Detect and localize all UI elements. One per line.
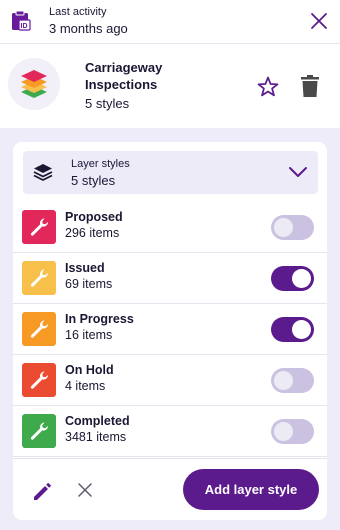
last-activity-label: Last activity <box>49 6 107 18</box>
layer-item-count: 3481 items <box>65 430 127 444</box>
add-layer-style-button[interactable]: Add layer style <box>183 469 319 510</box>
layer-visibility-toggle[interactable] <box>271 266 314 291</box>
layer-color-swatch <box>22 363 56 397</box>
close-icon[interactable] <box>310 12 328 30</box>
layer-title: Issued <box>65 261 105 275</box>
card-footer: Add layer style <box>13 458 327 520</box>
layer-item-count: 69 items <box>65 277 113 291</box>
layer-item-count: 4 items <box>65 379 106 393</box>
last-activity: Last activity 3 months ago <box>49 5 128 38</box>
layer-styles-dropdown[interactable]: Layer styles 5 styles <box>23 151 318 194</box>
list-item: Issued 69 items <box>13 253 327 304</box>
layers-icon <box>33 164 53 181</box>
list-item: On Hold 4 items <box>13 355 327 406</box>
collection-name: Carriageway Inspections <box>85 60 163 92</box>
collection-style-count: 5 styles <box>85 96 130 111</box>
star-outline-icon[interactable] <box>257 76 279 98</box>
pencil-icon[interactable] <box>31 480 53 502</box>
layer-color-swatch <box>22 210 56 244</box>
toggle-knob <box>292 269 311 288</box>
toggle-knob <box>274 218 293 237</box>
toggle-knob <box>292 320 311 339</box>
toggle-knob <box>274 422 293 441</box>
layer-item-count: 16 items <box>65 328 113 342</box>
layer-styles-card: Layer styles 5 styles Proposed 296 items <box>13 142 327 520</box>
clipboard-id-icon: ID <box>12 10 31 31</box>
layer-visibility-toggle[interactable] <box>271 317 314 342</box>
dropdown-value: 5 styles <box>71 173 116 188</box>
trash-icon[interactable] <box>301 75 319 97</box>
list-item: Proposed 296 items <box>13 202 327 253</box>
wrench-icon <box>30 422 49 440</box>
dropdown-label: Layer styles <box>71 158 130 170</box>
layer-visibility-toggle[interactable] <box>271 419 314 444</box>
layer-title: Completed <box>65 414 130 428</box>
activity-header: ID Last activity 3 months ago <box>0 0 340 44</box>
close-icon[interactable] <box>77 482 93 498</box>
wrench-icon <box>30 371 49 389</box>
avatar <box>8 58 60 110</box>
wrench-icon <box>30 320 49 338</box>
list-item: Completed 3481 items <box>13 406 327 457</box>
svg-text:ID: ID <box>21 23 28 30</box>
last-activity-value: 3 months ago <box>49 21 128 36</box>
collection-summary: Carriageway Inspections 5 styles <box>0 44 340 128</box>
layered-stack-icon <box>21 70 47 98</box>
wrench-icon <box>30 269 49 287</box>
layer-title: Proposed <box>65 210 123 224</box>
layer-color-swatch <box>22 261 56 295</box>
layer-title: On Hold <box>65 363 114 377</box>
chevron-down-icon <box>289 167 307 177</box>
layer-color-swatch <box>22 414 56 448</box>
layer-visibility-toggle[interactable] <box>271 215 314 240</box>
layer-item-count: 296 items <box>65 226 120 240</box>
wrench-icon <box>30 218 49 236</box>
layer-title: In Progress <box>65 312 134 326</box>
toggle-knob <box>274 371 293 390</box>
layer-style-list: Proposed 296 items Issued 69 items In Pr… <box>13 202 327 457</box>
layer-visibility-toggle[interactable] <box>271 368 314 393</box>
layer-color-swatch <box>22 312 56 346</box>
list-item: In Progress 16 items <box>13 304 327 355</box>
